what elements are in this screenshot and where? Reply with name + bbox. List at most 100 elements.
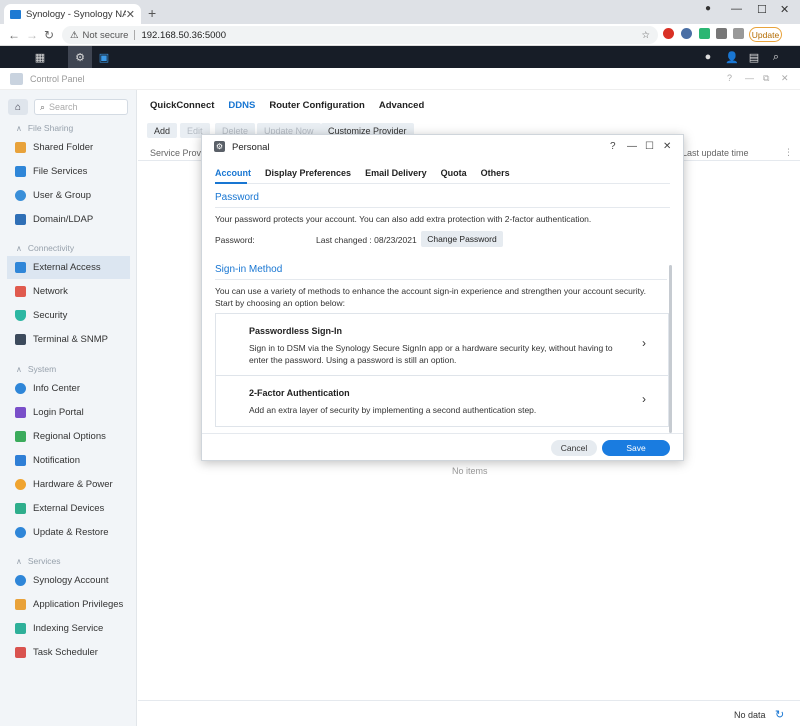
sidebar-item-label: Application Privileges [33,599,124,610]
sidebar-item-file-services[interactable]: File Services [7,160,130,183]
extension-clipboard-icon[interactable] [733,28,744,39]
close-window-icon[interactable]: ✕ [780,3,789,16]
option-description: Sign in to DSM via the Synology Secure S… [249,343,613,365]
tab-quota[interactable]: Quota [441,168,467,178]
sidebar-item-label: Synology Account [33,575,109,586]
sidebar-item-external-access[interactable]: External Access [7,256,130,279]
signin-description: You can use a variety of methods to enha… [215,286,646,308]
save-button[interactable]: Save [602,440,670,456]
add-button[interactable]: Add [147,123,178,138]
option-passwordless-signin[interactable]: Passwordless Sign-In Sign in to DSM via … [215,313,669,376]
main-menu-icon[interactable]: ▦ [28,46,52,68]
home-icon[interactable]: ⌂ [8,99,28,115]
extension-drive-icon[interactable] [699,28,710,39]
extensions-puzzle-icon[interactable] [716,28,727,39]
tab-router-configuration[interactable]: Router Configuration [269,100,365,111]
sidebar-item-login-portal[interactable]: Login Portal [7,401,130,424]
file-services-icon [15,166,26,177]
browser-update-button[interactable]: Update [749,27,782,42]
tab-ddns[interactable]: DDNS [228,100,255,111]
regional-options-icon [15,431,26,442]
active-tab-indicator [215,182,247,184]
sidebar-item-security[interactable]: Security [7,304,130,327]
profile-icon[interactable]: ● [705,3,711,14]
search-icon[interactable]: ⌕ [764,46,788,68]
option-2-factor-authentication[interactable]: 2-Factor Authentication Add an extra lay… [215,375,669,427]
maximize-icon[interactable]: ☐ [645,141,654,152]
password-description: Your password protects your account. You… [215,214,592,224]
section-services[interactable]: ∧ Services [16,556,60,566]
sidebar-item-task-scheduler[interactable]: Task Scheduler [7,641,130,664]
sidebar-item-regional-options[interactable]: Regional Options [7,425,130,448]
url-field[interactable]: ⚠ Not secure 192.168.50.36:5000 ☆ [62,26,658,44]
bookmark-star-icon[interactable]: ☆ [641,30,650,41]
column-menu-icon[interactable]: ⋮ [784,147,793,158]
section-file-sharing[interactable]: ∧ File Sharing [16,123,73,133]
tab-quickconnect[interactable]: QuickConnect [150,100,214,111]
close-icon[interactable]: ✕ [781,73,789,84]
widgets-icon[interactable]: ▤ [742,46,766,68]
help-icon[interactable]: ? [610,141,616,152]
control-panel-icon [10,73,23,85]
sidebar-item-info-center[interactable]: Info Center [7,377,130,400]
sidebar-item-network[interactable]: Network [7,280,130,303]
chevron-up-icon: ∧ [16,243,22,253]
info-icon [15,383,26,394]
tab-advanced[interactable]: Advanced [379,100,424,111]
dialog-scrollbar[interactable] [669,265,672,433]
personal-app-icon[interactable]: ⚙ [68,46,92,68]
sidebar-item-hardware-power[interactable]: Hardware & Power [7,473,130,496]
table-footer: No data ↻ [138,700,800,726]
sidebar-item-label: Network [33,286,68,297]
cancel-button[interactable]: Cancel [551,440,597,456]
sidebar-item-external-devices[interactable]: External Devices [7,497,130,520]
sidebar-item-shared-folder[interactable]: Shared Folder [7,136,130,159]
sidebar-item-indexing-service[interactable]: Indexing Service [7,617,130,640]
back-icon[interactable]: ← [8,28,20,42]
tab-email-delivery[interactable]: Email Delivery [365,168,427,178]
section-system[interactable]: ∧ System [16,364,56,374]
chevron-up-icon: ∧ [16,123,22,133]
reload-icon[interactable]: ↻ [44,28,54,42]
maximize-icon[interactable]: ⧉ [763,73,769,84]
close-icon[interactable]: ✕ [663,141,671,152]
section-connectivity[interactable]: ∧ Connectivity [16,243,74,253]
sidebar-item-user-group[interactable]: User & Group [7,184,130,207]
sidebar-item-synology-account[interactable]: Synology Account [7,569,130,592]
new-tab-icon[interactable]: + [148,5,156,21]
maximize-icon[interactable]: ☐ [757,3,767,16]
search-input[interactable]: ⌕ Search [34,99,128,115]
section-title: Connectivity [27,243,75,253]
tab-account[interactable]: Account [215,168,251,178]
sidebar-item-update-restore[interactable]: Update & Restore [7,521,130,544]
browser-tab[interactable]: Synology - Synology NAS ✕ [4,4,141,24]
sidebar-item-terminal-snmp[interactable]: Terminal & SNMP [7,328,130,351]
sidebar-item-application-privileges[interactable]: Application Privileges [7,593,130,616]
minimize-icon[interactable]: — [745,73,754,83]
sidebar-item-notification[interactable]: Notification [7,449,130,472]
help-icon[interactable]: ? [727,73,732,83]
signin-method-heading: Sign-in Method [215,264,283,275]
sidebar-item-domain-ldap[interactable]: Domain/LDAP [7,208,130,231]
column-last-update-time[interactable]: Last update time [682,148,749,158]
extension-red-icon[interactable] [663,28,674,39]
forward-icon[interactable]: → [26,28,38,42]
synology-favicon-icon [10,9,21,19]
refresh-icon[interactable]: ↻ [775,708,784,721]
control-panel-app-icon[interactable]: ▣ [92,46,116,68]
close-tab-icon[interactable]: ✕ [126,8,135,21]
tab-display-preferences[interactable]: Display Preferences [265,168,351,178]
lock-icon [15,599,26,610]
tab-others[interactable]: Others [481,168,510,178]
chevron-right-icon: › [642,392,646,406]
control-panel-sidebar: ⌂ ⌕ Search ∧ File Sharing Shared Folder F… [0,90,137,726]
user-icon[interactable]: 👤 [720,46,744,68]
change-password-button[interactable]: Change Password [421,231,503,247]
minimize-icon[interactable]: — [731,3,742,15]
extension-blue-icon[interactable] [681,28,692,39]
minimize-icon[interactable]: — [627,141,637,152]
notification-icon[interactable]: ● [696,46,720,68]
indexing-icon [15,623,26,634]
warning-icon: ⚠ [70,29,79,41]
browser-tab-title: Synology - Synology NAS [26,8,126,20]
